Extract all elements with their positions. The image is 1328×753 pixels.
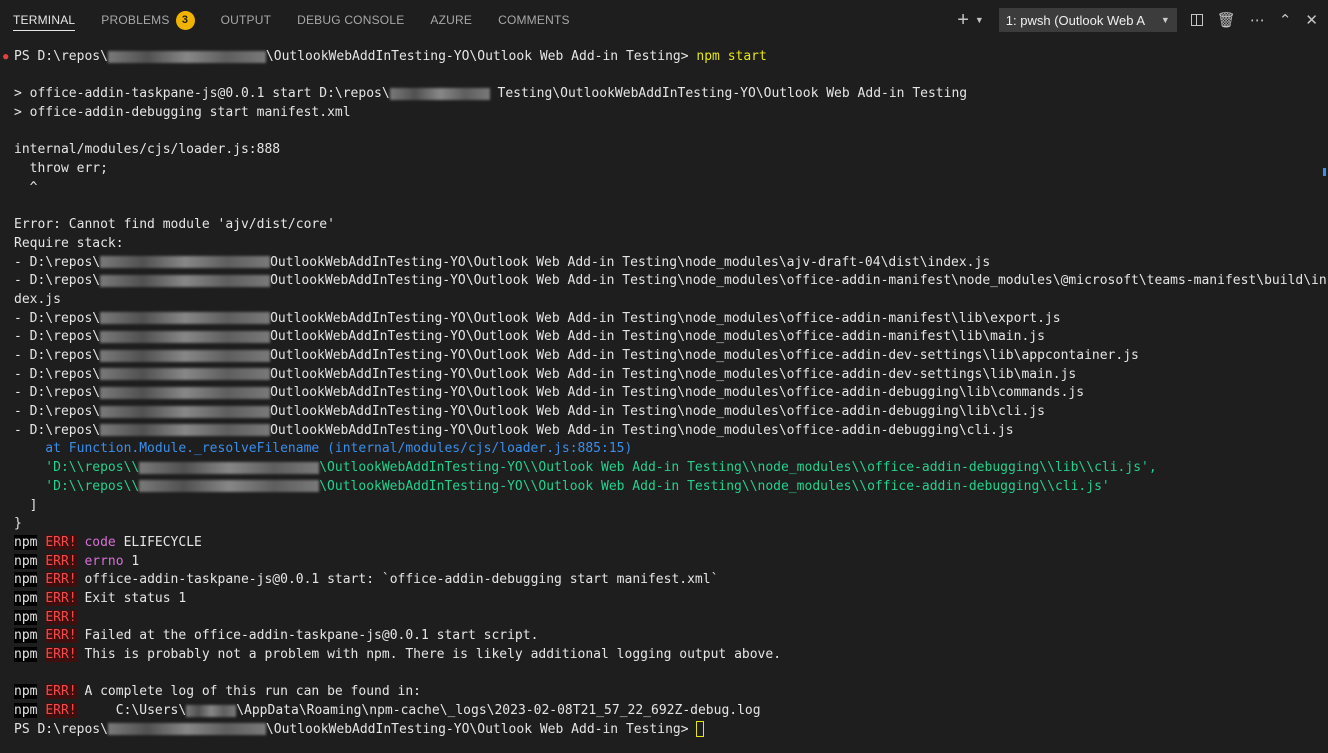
tab-azure[interactable]: AZURE <box>430 0 472 40</box>
npm-err-line: npm ERR! Failed at the office-addin-task… <box>14 628 539 644</box>
npm-err-line: npm ERR! A complete log of this run can … <box>14 684 421 700</box>
stack-line: - D:\repos\ OutlookWebAddInTesting-YO\Out… <box>14 348 1139 363</box>
tab-label: OUTPUT <box>220 13 272 27</box>
stack-line: - D:\repos\ OutlookWebAddInTesting-YO\Out… <box>14 366 1077 382</box>
stack-line: - D:\repos\ OutlookWebAddInTesting-YO\Out… <box>14 329 1045 345</box>
terminal-line: > office-addin-debugging start manifest.… <box>14 105 351 121</box>
terminal-line: ● PS D:\repos\ \OutlookWebAddInTesting-YO\… <box>3 48 1328 67</box>
terminal-panel: TERMINAL PROBLEMS 3 OUTPUT DEBUG CONSOLE … <box>0 0 1328 753</box>
tab-label: AZURE <box>430 13 473 27</box>
npm-err-line: npm ERR! office-addin-taskpane-js@0.0.1 … <box>14 572 719 588</box>
npm-err-line: npm ERR! code ELIFECYCLE <box>14 534 202 550</box>
tab-debug-console[interactable]: DEBUG CONSOLE <box>297 0 404 40</box>
close-icon[interactable]: ✕ <box>1305 11 1318 29</box>
error-dot-icon: ● <box>3 52 9 62</box>
terminal-line: ^ <box>14 179 38 195</box>
tab-terminal[interactable]: TERMINAL <box>13 0 76 40</box>
terminal-line: > office-addin-taskpane-js@0.0.1 start D… <box>14 86 968 102</box>
stack-line: - D:\repos\ OutlookWebAddInTesting-YO\Out… <box>14 310 1061 326</box>
stack-line-wrap: dex.js <box>14 291 61 307</box>
trash-icon[interactable]: 🗑 <box>1217 11 1236 29</box>
at-line: at Function.Module._resolveFilename (int… <box>14 441 633 457</box>
command-text: npm start <box>696 49 767 64</box>
problems-count-badge: 3 <box>175 10 195 30</box>
tab-label: DEBUG CONSOLE <box>297 13 405 27</box>
panel-actions: + ▼ 1: pwsh (Outlook Web A ▼ 🗑 ⋯ ⌃ ✕ <box>957 0 1318 40</box>
stack-line: - D:\repos\ OutlookWebAddInTesting-YO\Out… <box>14 422 1014 438</box>
tab-label: PROBLEMS <box>101 13 170 27</box>
npm-err-line: npm ERR! Exit status 1 <box>14 590 187 606</box>
terminal-select[interactable]: 1: pwsh (Outlook Web A ▼ <box>998 8 1177 32</box>
tab-comments[interactable]: COMMENTS <box>498 0 570 40</box>
stack-line: - D:\repos\ OutlookWebAddInTesting-YO\Out… <box>14 273 1327 289</box>
tab-problems[interactable]: PROBLEMS 3 <box>101 0 195 40</box>
npm-err-line: npm ERR! This is probably not a problem … <box>14 647 782 662</box>
panel-tab-bar: TERMINAL PROBLEMS 3 OUTPUT DEBUG CONSOLE … <box>0 0 1328 40</box>
scroll-marker <box>1323 168 1326 176</box>
split-icon[interactable] <box>1190 14 1203 26</box>
tab-label: TERMINAL <box>13 13 76 27</box>
quoted-line: 'D:\\repos\\ \OutlookWebAddInTesting-YO\\… <box>14 460 1157 476</box>
terminal-line: } <box>14 516 22 532</box>
npm-err-line: npm ERR! C:\Users\ \AppData\Roaming\npm-c… <box>14 703 761 719</box>
ellipsis-icon[interactable]: ⋯ <box>1250 11 1265 29</box>
tab-label: COMMENTS <box>498 13 570 27</box>
stack-line: - D:\repos\ OutlookWebAddInTesting-YO\Out… <box>14 385 1085 401</box>
terminal-line: internal/modules/cjs/loader.js:888 <box>14 142 281 158</box>
npm-err-line: npm ERR! errno 1 <box>14 553 140 569</box>
terminal-output[interactable]: ● PS D:\repos\ \OutlookWebAddInTesting-YO\… <box>0 48 1328 753</box>
final-prompt-line[interactable]: PS D:\repos\ \OutlookWebAddInTesting-YO\O… <box>14 721 1328 740</box>
chevron-down-icon: ▼ <box>1160 15 1170 25</box>
stack-line: - D:\repos\ OutlookWebAddInTesting-YO\Out… <box>14 254 991 270</box>
plus-icon[interactable]: + <box>957 9 969 32</box>
terminal-cursor <box>696 721 705 738</box>
npm-err-line: npm ERR! <box>14 609 77 625</box>
terminal-line: throw err; <box>14 161 108 177</box>
chevron-down-icon[interactable]: ▼ <box>975 15 984 25</box>
stack-line: - D:\repos\ OutlookWebAddInTesting-YO\Out… <box>14 404 1045 420</box>
terminal-select-label: 1: pwsh (Outlook Web A <box>1005 12 1146 28</box>
chevron-up-icon[interactable]: ⌃ <box>1279 11 1292 29</box>
tab-output[interactable]: OUTPUT <box>221 0 272 40</box>
terminal-line: Error: Cannot find module 'ajv/dist/core… <box>14 217 335 233</box>
terminal-line: Require stack: <box>14 235 124 251</box>
quoted-line: 'D:\\repos\\ \OutlookWebAddInTesting-YO\\… <box>14 478 1110 494</box>
terminal-line: ] <box>14 497 38 513</box>
panel-tabs: TERMINAL PROBLEMS 3 OUTPUT DEBUG CONSOLE … <box>0 0 596 40</box>
